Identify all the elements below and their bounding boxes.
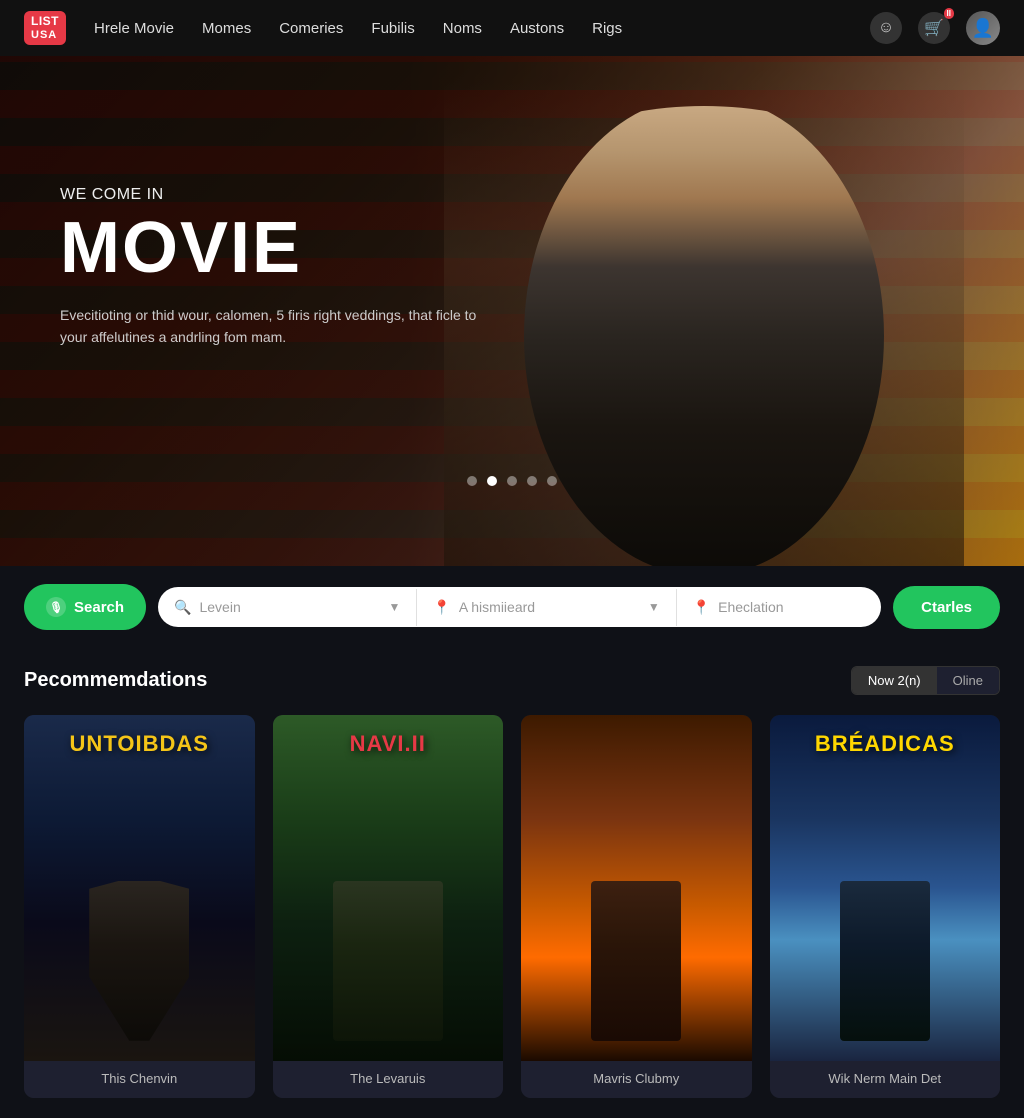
hero-dot-3[interactable] bbox=[507, 476, 517, 486]
poster-bg-1: UNTOIBDAS bbox=[24, 715, 255, 1061]
poster-figure-1 bbox=[89, 881, 189, 1041]
poster-title-4: BRÉADICAS bbox=[770, 731, 1001, 757]
search-bar: 🎙 Search 🔍 ▼ 📍 ▼ 📍 🔍 Ctarles bbox=[0, 566, 1024, 630]
search-field-category[interactable]: 📍 ▼ bbox=[417, 589, 676, 626]
section-header: Pecommemdations Now 2(n) Oline bbox=[24, 666, 1000, 695]
category-icon: 📍 bbox=[433, 599, 450, 616]
hero-subtitle: WE COME IN bbox=[60, 186, 480, 204]
movie-info-4: Wik Nerm Main Det bbox=[770, 1061, 1001, 1098]
hero-person-silhouette bbox=[514, 106, 894, 566]
keyword-icon: 📍 bbox=[693, 599, 710, 616]
movie-label-2: The Levaruis bbox=[283, 1071, 494, 1086]
hero-section: WE COME IN MOVIE Evecitioting or thid wo… bbox=[0, 56, 1024, 566]
user-circle-icon[interactable]: ☺ bbox=[870, 12, 902, 44]
movie-card-3[interactable]: Mavris Clubmy bbox=[521, 715, 752, 1098]
poster-title-1: UNTOIBDAS bbox=[24, 731, 255, 757]
hero-dot-2[interactable] bbox=[487, 476, 497, 486]
poster-figure-3 bbox=[591, 881, 681, 1041]
go-search-button[interactable]: Ctarles bbox=[893, 586, 1000, 629]
navbar: list USA Hrele Movie Momes Comeries Fubilis… bbox=[0, 0, 1024, 56]
logo-bottom: USA bbox=[31, 29, 59, 41]
hero-dots bbox=[467, 476, 557, 486]
poster-bg-4: BRÉADICAS bbox=[770, 715, 1001, 1061]
location-icon: 🔍 bbox=[174, 599, 191, 616]
recommendations-section: Pecommemdations Now 2(n) Oline UNTOIBDAS… bbox=[0, 630, 1024, 1118]
nav-rigs[interactable]: Rigs bbox=[592, 20, 622, 37]
movie-card-2[interactable]: NAVI.II The Levaruis bbox=[273, 715, 504, 1098]
search-input-location[interactable] bbox=[199, 599, 380, 615]
poster-title-2: NAVI.II bbox=[273, 731, 504, 757]
avatar[interactable]: 👤 bbox=[966, 11, 1000, 45]
poster-figure-4 bbox=[840, 881, 930, 1041]
hero-dot-1[interactable] bbox=[467, 476, 477, 486]
movie-poster-2: NAVI.II bbox=[273, 715, 504, 1061]
movie-label-4: Wik Nerm Main Det bbox=[780, 1071, 991, 1086]
mic-icon: 🎙 bbox=[46, 597, 66, 617]
movie-poster-3 bbox=[521, 715, 752, 1061]
poster-bg-3 bbox=[521, 715, 752, 1061]
nav-momes[interactable]: Momes bbox=[202, 20, 251, 37]
nav-fubilis[interactable]: Fubilis bbox=[371, 20, 414, 37]
hero-dot-4[interactable] bbox=[527, 476, 537, 486]
section-title: Pecommemdations bbox=[24, 669, 207, 692]
search-fields-container: 🔍 ▼ 📍 ▼ 📍 🔍 bbox=[158, 587, 881, 627]
search-input-keyword[interactable] bbox=[718, 599, 881, 615]
search-voice-button[interactable]: 🎙 Search bbox=[24, 584, 146, 630]
poster-bg-2: NAVI.II bbox=[273, 715, 504, 1061]
nav-right: ☺ 🛒 👤 bbox=[870, 11, 1000, 45]
logo-top: list bbox=[31, 15, 59, 28]
chevron-down-icon-2: ▼ bbox=[648, 600, 660, 614]
hero-person bbox=[444, 56, 964, 566]
movie-poster-4: BRÉADICAS bbox=[770, 715, 1001, 1061]
movie-label-3: Mavris Clubmy bbox=[531, 1071, 742, 1086]
nav-links: Hrele Movie Momes Comeries Fubilis Noms Austo… bbox=[94, 20, 870, 37]
movie-poster-1: UNTOIBDAS bbox=[24, 715, 255, 1061]
hero-content: WE COME IN MOVIE Evecitioting or thid wo… bbox=[60, 186, 480, 349]
chevron-down-icon-1: ▼ bbox=[388, 600, 400, 614]
movie-card-4[interactable]: BRÉADICAS Wik Nerm Main Det bbox=[770, 715, 1001, 1098]
nav-austons[interactable]: Austons bbox=[510, 20, 564, 37]
movie-card-1[interactable]: UNTOIBDAS This Chenvin bbox=[24, 715, 255, 1098]
hero-description: Evecitioting or thid wour, calomen, 5 fi… bbox=[60, 304, 480, 349]
movie-info-3: Mavris Clubmy bbox=[521, 1061, 752, 1098]
logo[interactable]: list USA bbox=[24, 11, 66, 44]
nav-noms[interactable]: Noms bbox=[443, 20, 482, 37]
notification-icon[interactable]: 🛒 bbox=[918, 12, 950, 44]
search-field-keyword[interactable]: 📍 🔍 bbox=[677, 587, 881, 627]
movie-info-1: This Chenvin bbox=[24, 1061, 255, 1098]
filter-tab-now[interactable]: Now 2(n) bbox=[852, 667, 937, 694]
search-input-category[interactable] bbox=[459, 599, 640, 615]
poster-figure-2 bbox=[333, 881, 443, 1041]
movie-info-2: The Levaruis bbox=[273, 1061, 504, 1098]
search-field-location[interactable]: 🔍 ▼ bbox=[158, 589, 417, 626]
filter-tabs: Now 2(n) Oline bbox=[851, 666, 1000, 695]
movie-label-1: This Chenvin bbox=[34, 1071, 245, 1086]
nav-comeries[interactable]: Comeries bbox=[279, 20, 343, 37]
hero-dot-5[interactable] bbox=[547, 476, 557, 486]
search-button-label: Search bbox=[74, 599, 124, 616]
hero-title: MOVIE bbox=[60, 212, 480, 284]
filter-tab-online[interactable]: Oline bbox=[937, 667, 999, 694]
movie-grid: UNTOIBDAS This Chenvin NAVI.II The Levar… bbox=[24, 715, 1000, 1098]
nav-hrele-movie[interactable]: Hrele Movie bbox=[94, 20, 174, 37]
